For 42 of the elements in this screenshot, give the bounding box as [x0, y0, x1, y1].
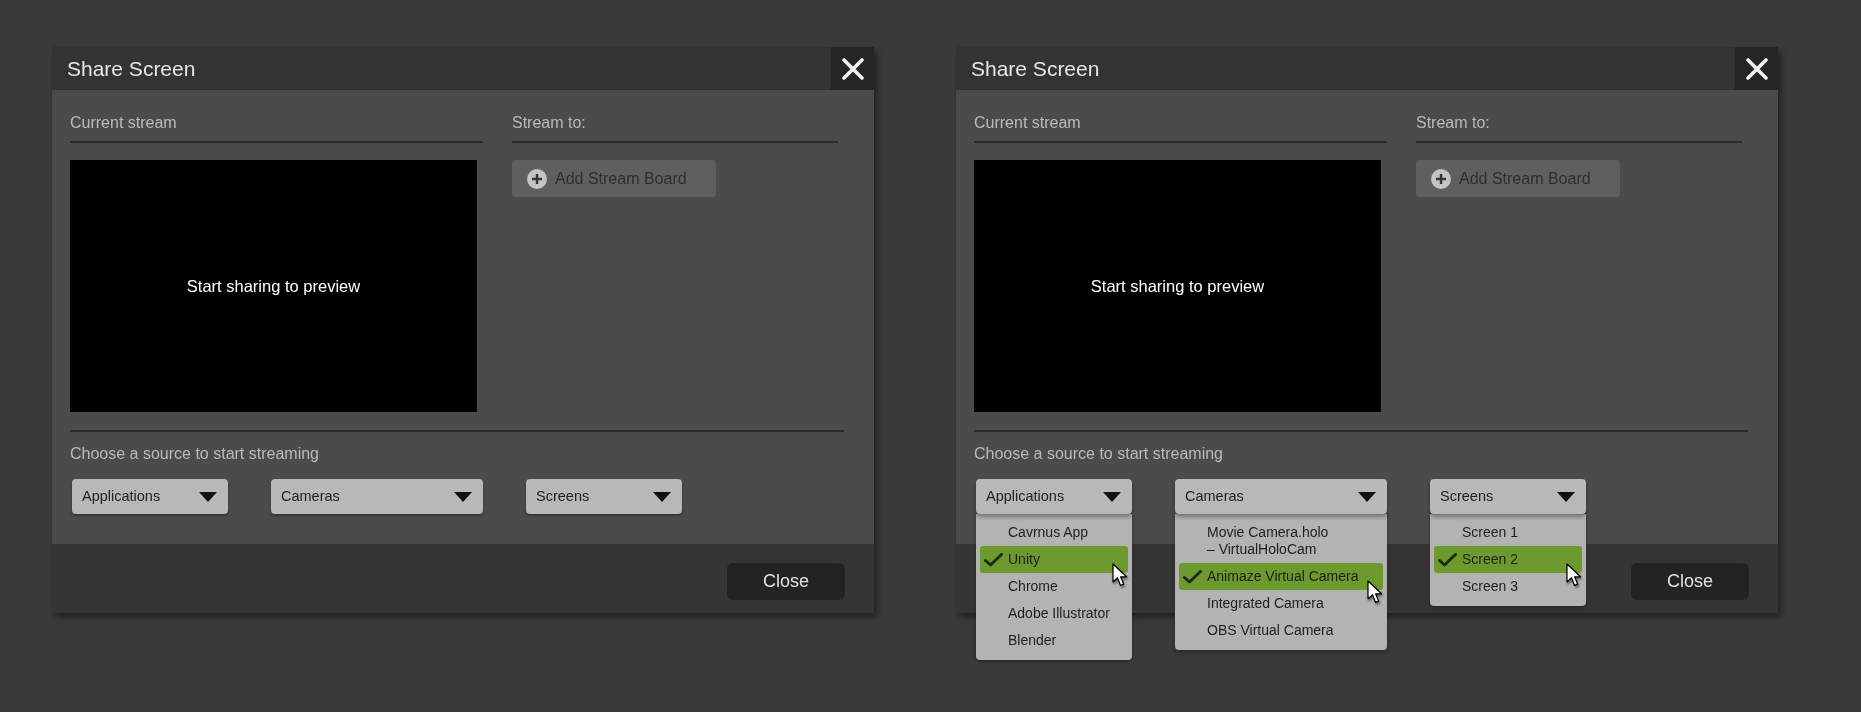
plus-circle-icon [527, 168, 547, 189]
caret-icon [653, 491, 671, 502]
menu-option[interactable]: Blender [980, 627, 1128, 654]
dropdown[interactable]: Applications [72, 479, 228, 514]
section-label: Current stream [70, 113, 178, 133]
section-label: Choose a source to start streaming [70, 444, 320, 464]
close-button[interactable]: Close [727, 563, 845, 600]
dropdown[interactable]: Cameras [271, 479, 483, 514]
close-icon [841, 57, 864, 80]
dialog-title: Share Screen [970, 55, 1100, 82]
dropdown[interactable]: Applications [976, 479, 1132, 514]
section-label: Current stream [974, 113, 1082, 133]
section-label: Stream to: [1416, 113, 1491, 133]
dialog-title: Share Screen [66, 55, 196, 82]
mouse-pointer-icon [1367, 580, 1383, 604]
mouse-pointer-icon [1112, 563, 1128, 587]
menu-option[interactable]: Screen 1 [1434, 519, 1582, 546]
section-label: Choose a source to start streaming [974, 444, 1224, 464]
caret-icon [1557, 491, 1575, 502]
caret-icon [1358, 491, 1376, 502]
close-button[interactable]: Close [1631, 563, 1749, 600]
menu-option[interactable]: OBS Virtual Camera [1179, 617, 1383, 644]
caret-icon [1103, 491, 1121, 502]
preview-message: Start sharing to preview [186, 275, 361, 297]
check-icon [1438, 553, 1457, 567]
dialog-close-button[interactable] [1735, 47, 1778, 90]
mouse-pointer-icon [1566, 563, 1582, 587]
section-label: Stream to: [512, 113, 587, 133]
dropdown[interactable]: Screens [526, 479, 682, 514]
menu-option[interactable]: Movie Camera.holo – VirtualHoloCam [1179, 519, 1383, 563]
preview-message: Start sharing to preview [1090, 275, 1265, 297]
caret-icon [199, 491, 217, 502]
menu-option[interactable]: Cavrnus App [980, 519, 1128, 546]
check-icon [984, 553, 1003, 567]
close-icon [1745, 57, 1768, 80]
check-icon [1183, 570, 1202, 584]
dropdown[interactable]: Screens [1430, 479, 1586, 514]
plus-circle-icon [1431, 168, 1451, 189]
menu-option[interactable]: Adobe Illustrator [980, 600, 1128, 627]
dropdown[interactable]: Cameras [1175, 479, 1387, 514]
caret-icon [454, 491, 472, 502]
dialog-close-button[interactable] [831, 47, 874, 90]
